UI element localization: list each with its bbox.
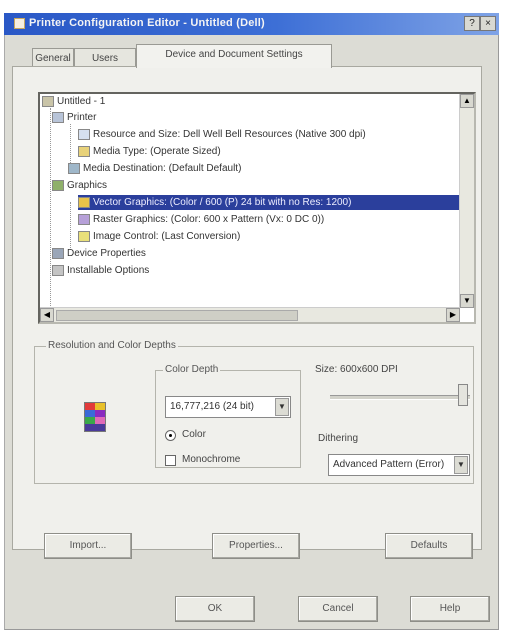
scroll-left-icon[interactable]: ◀ [40, 308, 54, 322]
defaults-button[interactable]: Defaults [385, 533, 473, 559]
scroll-thumb[interactable] [56, 310, 298, 321]
paper-icon [78, 128, 90, 140]
app-icon [14, 18, 25, 29]
tab-general[interactable]: General [32, 48, 74, 68]
raster-graphics-icon [78, 213, 90, 225]
tree-item[interactable]: Image Control: (Last Conversion) [78, 229, 240, 244]
tree-item[interactable]: Untitled - 1 [42, 94, 105, 109]
cancel-button[interactable]: Cancel [298, 596, 378, 622]
close-window-button[interactable]: × [480, 16, 496, 31]
image-control-icon [78, 230, 90, 242]
ok-button[interactable]: OK [175, 596, 255, 622]
size-slider-thumb[interactable] [458, 384, 468, 406]
tree-vertical-scrollbar[interactable]: ▲ ▼ [459, 94, 474, 308]
resolution-group-label: Resolution and Color Depths [46, 340, 178, 351]
properties-button[interactable]: Properties... [212, 533, 300, 559]
dithering-select[interactable]: Advanced Pattern (Error) ▼ [328, 454, 470, 476]
color-radio-label: Color [182, 429, 206, 440]
tree-item[interactable]: Graphics [52, 178, 107, 193]
media-type-icon [78, 145, 90, 157]
graphics-icon [52, 179, 64, 191]
monochrome-label: Monochrome [182, 454, 241, 465]
scroll-down-icon[interactable]: ▼ [460, 294, 474, 308]
tree-item[interactable]: Resource and Size: Dell Well Bell Resour… [78, 127, 366, 142]
tree-item[interactable]: Raster Graphics: (Color: 600 x Pattern (… [78, 212, 324, 227]
help-title-button[interactable]: ? [464, 16, 480, 31]
import-button[interactable]: Import... [44, 533, 132, 559]
settings-tree[interactable]: Untitled - 1 Printer Resource and Size: … [38, 92, 476, 324]
size-slider-track[interactable] [330, 395, 470, 400]
tree-item[interactable]: Media Type: (Operate Sized) [78, 144, 221, 159]
chevron-down-icon[interactable]: ▼ [275, 398, 289, 416]
tree-item[interactable]: Device Properties [52, 246, 146, 261]
dithering-label: Dithering [318, 433, 359, 444]
color-depth-label: Color Depth [163, 364, 221, 375]
tab-device-document-settings[interactable]: Device and Document Settings [136, 44, 332, 68]
help-button[interactable]: Help [410, 596, 490, 622]
tree-item[interactable]: Printer [52, 110, 96, 125]
tab-users[interactable]: Users [74, 48, 136, 68]
tree-item[interactable]: Media Destination: (Default Default) [68, 161, 241, 176]
monochrome-checkbox[interactable] [165, 455, 176, 466]
scroll-up-icon[interactable]: ▲ [460, 94, 474, 108]
printer-icon [52, 111, 64, 123]
document-icon [42, 95, 54, 107]
chevron-down-icon[interactable]: ▼ [454, 456, 468, 474]
scroll-right-icon[interactable]: ▶ [446, 308, 460, 322]
device-properties-icon [52, 247, 64, 259]
color-radio[interactable] [165, 430, 176, 441]
color-depth-select[interactable]: 16,777,216 (24 bit) ▼ [165, 396, 291, 418]
size-label: Size: 600x600 DPI [315, 364, 398, 375]
title-bar[interactable]: Printer Configuration Editor - Untitled … [4, 13, 499, 35]
vector-graphics-icon [78, 196, 90, 208]
tree-item-selected[interactable]: Vector Graphics: (Color / 600 (P) 24 bit… [78, 195, 474, 210]
tree-horizontal-scrollbar[interactable]: ◀ ▶ [40, 307, 460, 322]
configuration-window: Printer Configuration Editor - Untitled … [0, 0, 511, 635]
tray-icon [68, 162, 80, 174]
tree-item[interactable]: Installable Options [52, 263, 149, 278]
color-palette-icon [84, 402, 106, 432]
installable-options-icon [52, 264, 64, 276]
window-title: Printer Configuration Editor - Untitled … [29, 17, 265, 29]
